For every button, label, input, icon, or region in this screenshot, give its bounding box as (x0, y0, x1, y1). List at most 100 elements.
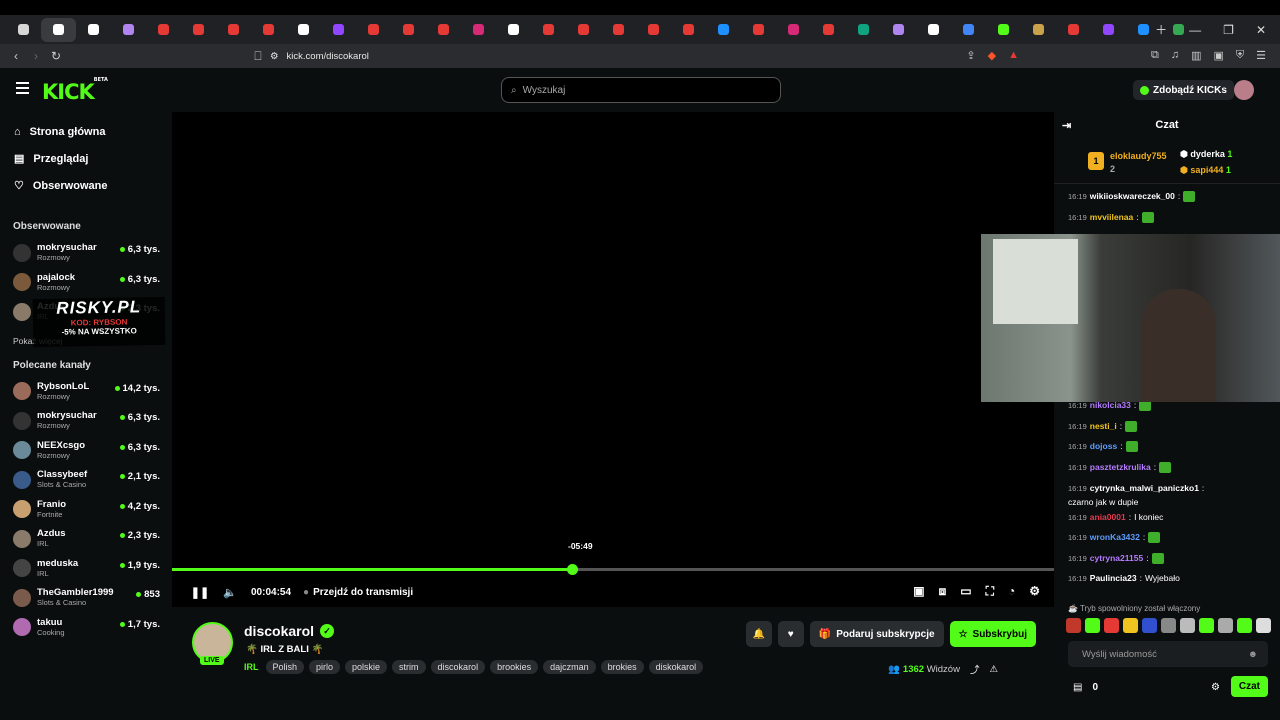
browser-tab[interactable] (426, 18, 461, 42)
emote-icon[interactable] (1066, 618, 1081, 633)
sidebar-channel[interactable]: mokrysuchar Rozmowy 6,3 tys. (0, 406, 172, 436)
emote-icon[interactable] (1142, 618, 1157, 633)
kicks-wallet-icon[interactable]: ▤ (1073, 682, 1082, 693)
message-username[interactable]: wronKa3432 (1090, 532, 1140, 543)
browser-tab[interactable] (286, 18, 321, 42)
vpn-icon[interactable]: ⛨ (1236, 49, 1244, 62)
sidebar-channel[interactable]: mokrysuchar Rozmowy 6,3 tys. (0, 238, 172, 268)
browser-tab[interactable] (531, 18, 566, 42)
browser-tab[interactable] (636, 18, 671, 42)
bookmark-icon[interactable]: ⎕ (248, 49, 268, 64)
emote-icon[interactable] (1123, 618, 1138, 633)
forward-icon[interactable]: › (26, 49, 46, 63)
emote-icon[interactable] (1199, 618, 1214, 633)
browser-tab[interactable] (846, 18, 881, 42)
nav-item[interactable]: ♡ Obserwowane (0, 172, 172, 199)
follow-heart-icon[interactable]: ♥ (777, 621, 804, 647)
seek-bar[interactable] (172, 568, 1054, 571)
get-kicks-button[interactable]: Zdobądź KICKs (1133, 80, 1234, 100)
brave-shield-icon[interactable]: ◆ (988, 49, 996, 62)
volume-icon[interactable]: 🔈 (215, 586, 245, 599)
minimize-icon[interactable]: — (1189, 23, 1201, 37)
tag-chip[interactable]: diskokarol (648, 660, 704, 674)
category-link[interactable]: IRL (244, 662, 259, 672)
miniplayer-icon[interactable]: ▣ (913, 584, 924, 599)
browser-tab[interactable] (671, 18, 706, 42)
emote-icon[interactable] (1218, 618, 1233, 633)
browser-tab[interactable] (881, 18, 916, 42)
user-avatar[interactable] (1234, 80, 1254, 100)
emote-icon[interactable] (1085, 618, 1100, 633)
browser-tab[interactable] (1056, 18, 1091, 42)
site-info-icon[interactable]: ⚙ (270, 51, 279, 62)
pause-icon[interactable]: ❚❚ (185, 586, 215, 599)
theater-mode-icon[interactable]: ▭ (960, 584, 971, 599)
menu-icon[interactable]: ☰ (1256, 49, 1266, 62)
browser-tab[interactable] (706, 18, 741, 42)
chat-send-button[interactable]: Czat (1230, 676, 1268, 697)
collapse-chat-icon[interactable]: ⇥ (1062, 119, 1071, 132)
tag-chip[interactable]: brookies (490, 660, 539, 674)
tag-chip[interactable]: discokarol (430, 660, 486, 674)
sidebar-toggle-icon[interactable]: ▥ (1191, 49, 1201, 62)
browser-tab[interactable] (146, 18, 181, 42)
go-live-button[interactable]: Przejdź do transmisji (313, 587, 413, 598)
close-window-icon[interactable]: ✕ (1256, 23, 1266, 37)
tag-chip[interactable]: brokies (600, 660, 644, 674)
search-input[interactable]: ⌕ Wyszukaj (501, 77, 781, 103)
back-icon[interactable]: ‹ (6, 49, 26, 63)
browser-tab[interactable] (41, 17, 76, 42)
reload-icon[interactable]: ↻ (46, 49, 66, 63)
message-username[interactable]: Paulincia23 (1090, 573, 1137, 584)
sidebar-channel[interactable]: AzdusIRL 2,3 tys. (0, 524, 172, 554)
message-username[interactable]: ania0001 (1090, 512, 1126, 523)
message-username[interactable]: dojoss (1090, 441, 1117, 452)
browser-tab[interactable] (986, 18, 1021, 42)
sidebar-channel[interactable]: takuu Cooking 1,7 tys. (0, 613, 172, 643)
emote-icon[interactable] (1104, 618, 1119, 633)
settings-icon[interactable]: ⚙ (1029, 584, 1040, 599)
media-icon[interactable]: ♫ (1171, 49, 1179, 62)
wallet-icon[interactable]: ▣ (1213, 49, 1223, 62)
seek-handle[interactable] (566, 564, 578, 575)
tag-chip[interactable]: strim (392, 660, 426, 674)
new-tab-icon[interactable]: ＋ (1155, 21, 1167, 38)
video-player[interactable] (172, 112, 1054, 607)
emote-icon[interactable] (1256, 618, 1271, 633)
browser-tab[interactable] (356, 18, 391, 42)
sidebar-channel[interactable]: Franio Fortnite 4,2 tys. (0, 495, 172, 525)
tag-chip[interactable]: Polish (265, 660, 305, 674)
tag-chip[interactable]: dajczman (543, 660, 596, 674)
sidebar-channel[interactable]: NEEXcsgo Rozmowy 6,3 tys. (0, 436, 172, 466)
hamburger-menu-icon[interactable] (16, 82, 29, 94)
subscribe-button[interactable]: ☆ Subskrybuj (949, 621, 1036, 647)
speed-icon[interactable]: ◔ (1008, 584, 1015, 599)
sidebar-channel[interactable]: TheGambler1999 Slots & Casino 853 (0, 583, 172, 613)
browser-tab[interactable] (76, 18, 111, 42)
browser-tab[interactable] (601, 18, 636, 42)
message-username[interactable]: cytryna21155 (1090, 553, 1143, 564)
message-username[interactable]: pasztetzkrulika (1090, 462, 1151, 473)
browser-tab[interactable] (321, 18, 356, 42)
sidebar-channel[interactable]: meduska IRL 1,9 tys. (0, 554, 172, 584)
message-username[interactable]: cytrynka_malwi_paniczko1 (1090, 483, 1199, 494)
emoji-icon[interactable]: ☻ (1248, 649, 1258, 660)
channel-name[interactable]: discokarol (244, 623, 314, 639)
chat-message-input[interactable]: Wyślij wiadomość ☻ (1068, 641, 1268, 667)
message-username[interactable]: mvviilenaa (1090, 212, 1133, 223)
restore-icon[interactable]: ❐ (1223, 23, 1234, 37)
message-username[interactable]: wikiioskwareczek_00 (1090, 191, 1175, 202)
browser-tab[interactable] (391, 18, 426, 42)
browser-tab[interactable] (916, 18, 951, 42)
emote-icon[interactable] (1161, 618, 1176, 633)
browser-tab[interactable] (951, 18, 986, 42)
gift-sub-button[interactable]: 🎁 Podaruj subskrypcje (809, 621, 944, 647)
fullscreen-icon[interactable]: ⛶ (986, 584, 994, 599)
clip-icon[interactable]: ⧈ (939, 584, 947, 599)
browser-tab[interactable] (251, 18, 286, 42)
emote-icon[interactable] (1237, 618, 1252, 633)
browser-tab[interactable] (1091, 18, 1126, 42)
browser-tab[interactable] (216, 18, 251, 42)
notifications-bell-icon[interactable]: 🔔 (745, 621, 772, 647)
url-field[interactable]: ⚙ kick.com/discokarol (270, 44, 990, 68)
